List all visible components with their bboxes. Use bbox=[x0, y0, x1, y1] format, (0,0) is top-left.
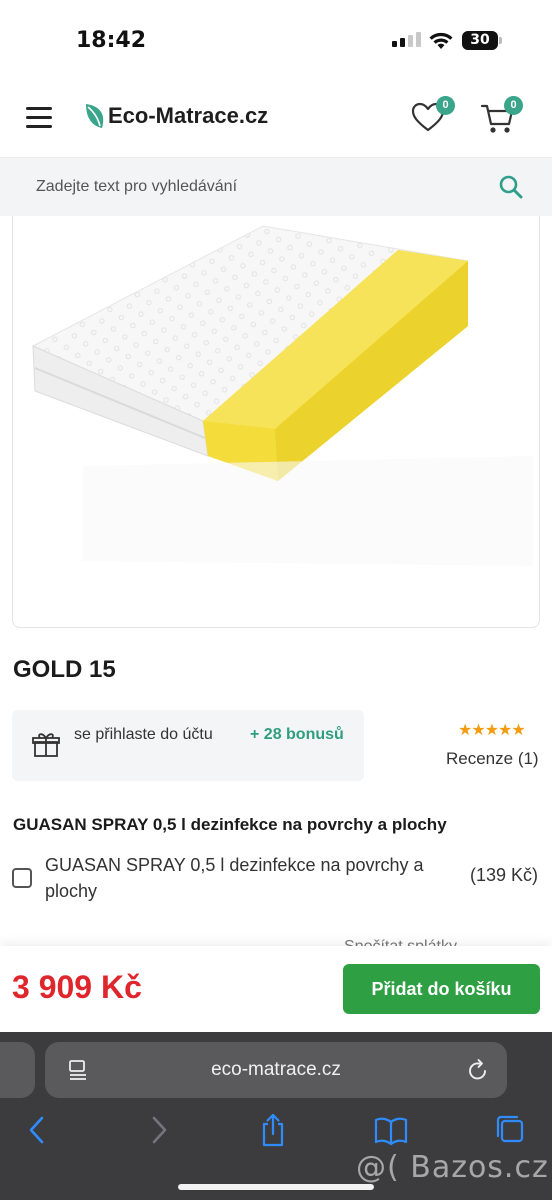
battery-tip bbox=[499, 37, 502, 44]
share-icon[interactable] bbox=[258, 1112, 288, 1148]
addon-checkbox[interactable] bbox=[12, 868, 32, 888]
add-to-cart-button[interactable]: Přidat do košíku bbox=[343, 964, 540, 1014]
wifi-icon bbox=[429, 32, 453, 49]
logo-link[interactable]: Eco-Matrace.cz bbox=[84, 102, 268, 130]
reload-icon[interactable] bbox=[467, 1058, 489, 1082]
sticky-buy-bar: 3 909 Kč Přidat do košíku bbox=[0, 946, 552, 1032]
search-icon[interactable] bbox=[498, 174, 524, 200]
product-title: GOLD 15 bbox=[13, 656, 116, 683]
bonus-box[interactable]: se přihlaste do účtu + 28 bonusů bbox=[12, 710, 364, 781]
login-prompt[interactable]: se přihlaste do účtu bbox=[74, 723, 224, 747]
tabs-icon[interactable] bbox=[494, 1112, 526, 1148]
hamburger-line bbox=[26, 116, 52, 119]
wishlist-count-badge: 0 bbox=[436, 96, 455, 115]
addon-price: (139 Kč) bbox=[470, 865, 539, 885]
url-text: eco-matrace.cz bbox=[211, 1059, 341, 1080]
cart-button[interactable]: 0 bbox=[480, 96, 523, 141]
addon-heading: GUASAN SPRAY 0,5 l dezinfekce na povrchy… bbox=[13, 815, 447, 834]
hamburger-line bbox=[26, 125, 52, 128]
search-bar bbox=[0, 158, 552, 216]
site-header: Eco-Matrace.cz 0 0 bbox=[0, 80, 552, 158]
menu-button[interactable] bbox=[26, 107, 52, 129]
cellular-signal-icon bbox=[392, 32, 421, 47]
address-bar[interactable]: eco-matrace.cz bbox=[45, 1042, 507, 1098]
hamburger-line bbox=[26, 107, 52, 110]
previous-tab-preview[interactable] bbox=[0, 1042, 35, 1098]
addon-label[interactable]: GUASAN SPRAY 0,5 l dezinfekce na povrchy… bbox=[45, 852, 455, 904]
reviews-link[interactable]: Recenze (1) bbox=[446, 749, 539, 769]
logo-text: Eco-Matrace.cz bbox=[108, 103, 269, 128]
search-input[interactable] bbox=[36, 175, 476, 199]
leaf-logo-icon bbox=[86, 104, 104, 128]
cart-count-badge: 0 bbox=[504, 96, 523, 115]
gift-icon bbox=[32, 733, 60, 757]
bookmarks-icon[interactable] bbox=[374, 1112, 408, 1148]
wishlist-button[interactable]: 0 bbox=[410, 96, 455, 141]
product-price: 3 909 Kč bbox=[12, 969, 142, 1005]
back-icon[interactable] bbox=[24, 1112, 52, 1148]
watermark: @( Bazos.cz bbox=[356, 1150, 549, 1185]
forward-icon[interactable] bbox=[144, 1112, 172, 1148]
battery-icon: 30 bbox=[462, 31, 498, 50]
status-bar: 18:42 30 bbox=[0, 0, 552, 80]
rating-stars: ★★★★★ bbox=[458, 722, 526, 739]
status-time: 18:42 bbox=[76, 28, 147, 53]
home-indicator bbox=[178, 1184, 374, 1190]
mattress-image bbox=[31, 225, 533, 566]
product-image[interactable] bbox=[12, 216, 540, 628]
bonus-amount: + 28 bonusů bbox=[250, 726, 344, 743]
